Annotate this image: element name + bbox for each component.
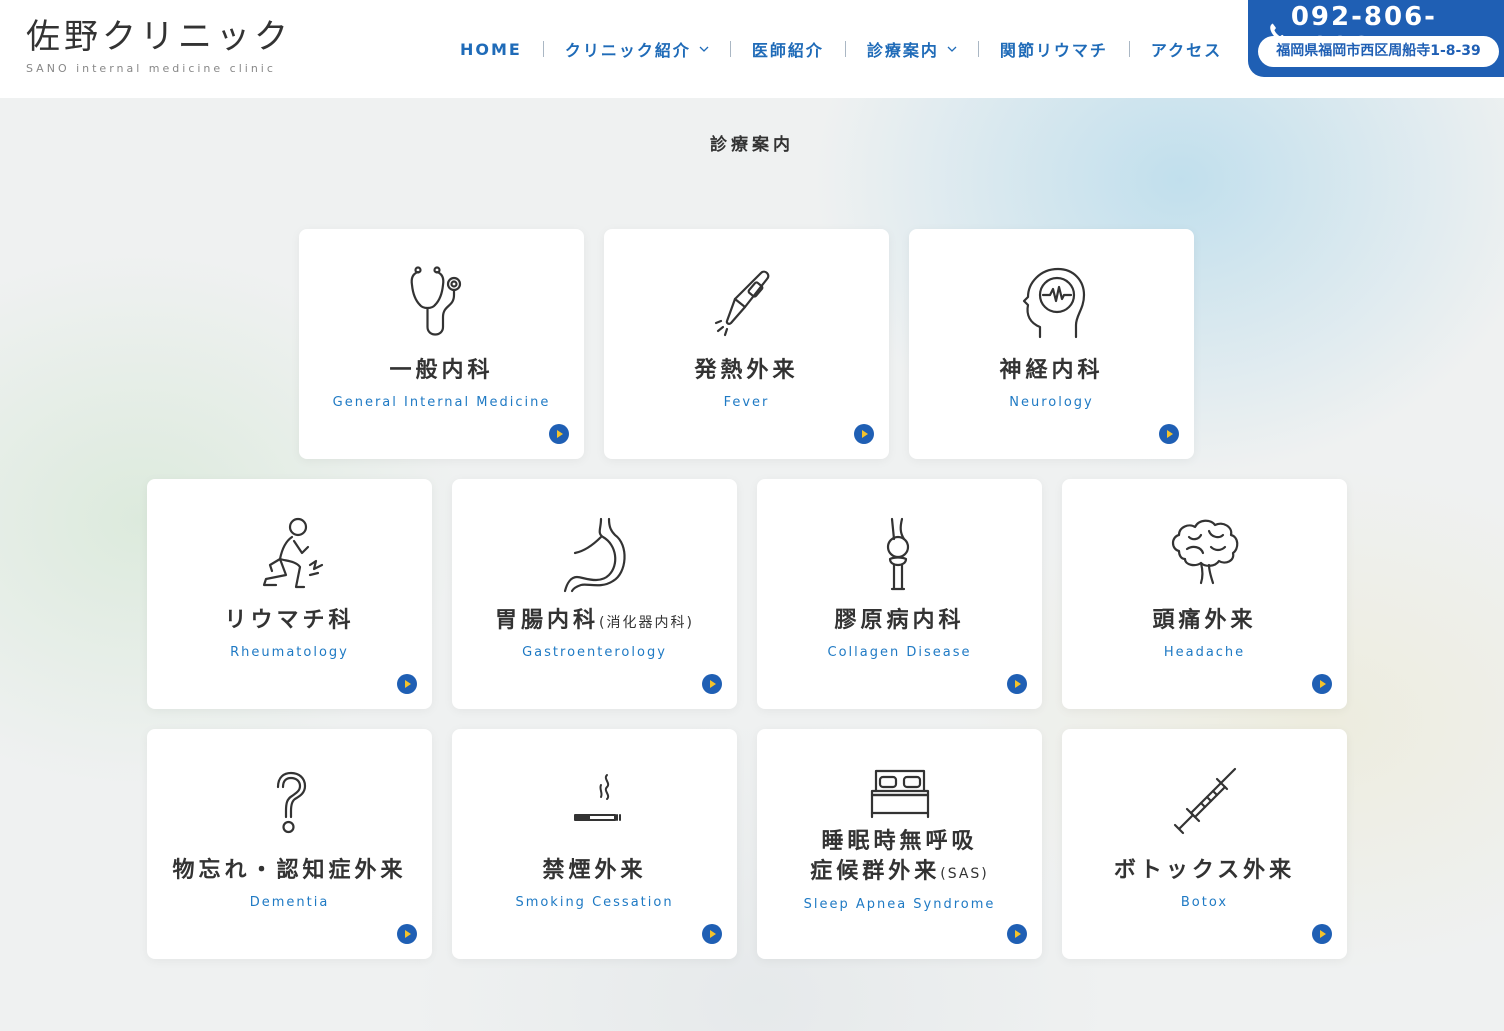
- global-nav: HOME クリニック紹介 医師紹介 診療案内 関節リウマチ アクセス: [460, 37, 1222, 61]
- play-arrow-icon: [1312, 924, 1332, 944]
- play-arrow-icon: [1007, 674, 1027, 694]
- joint-pain-icon: [147, 515, 432, 595]
- card-english-title: Headache: [1163, 645, 1246, 660]
- card-english-title: Smoking Cessation: [515, 895, 674, 910]
- card-title: 禁煙外来: [542, 858, 647, 883]
- address-pill[interactable]: 福岡県福岡市西区周船寺1-8-39: [1258, 36, 1499, 67]
- nav-rheumatism[interactable]: 関節リウマチ: [1000, 37, 1108, 61]
- nav-doctor[interactable]: 医師紹介: [752, 37, 824, 61]
- card-title-sub: (SAS): [940, 866, 989, 882]
- card-title: 膠原病内科: [834, 608, 965, 633]
- card-english-title: Botox: [1180, 895, 1229, 910]
- chevron-down-icon: [947, 44, 957, 54]
- card-title: 頭痛外来: [1152, 608, 1257, 633]
- card-collagen-disease[interactable]: 膠原病内科 Collagen Disease: [757, 479, 1042, 709]
- play-arrow-icon: [702, 674, 722, 694]
- nav-divider: [729, 41, 731, 57]
- nav-clinic-label: クリニック紹介: [564, 41, 691, 60]
- brain-wave-icon: [909, 265, 1194, 345]
- card-english-title: Sleep Apnea Syndrome: [803, 897, 996, 912]
- card-general-internal-medicine[interactable]: 一般内科 General Internal Medicine: [299, 229, 584, 459]
- play-arrow-icon: [702, 924, 722, 944]
- card-title: 物忘れ・認知症外来: [172, 858, 407, 883]
- play-arrow-icon: [397, 924, 417, 944]
- play-arrow-icon: [854, 424, 874, 444]
- card-botox[interactable]: ボトックス外来 Botox: [1062, 729, 1347, 959]
- card-english-title: Collagen Disease: [827, 645, 972, 660]
- nav-access[interactable]: アクセス: [1151, 37, 1222, 61]
- nav-divider: [844, 41, 846, 57]
- stomach-icon: [452, 515, 737, 595]
- card-english-title: General Internal Medicine: [332, 395, 551, 410]
- card-title-line2-main: 症候群外来: [810, 859, 941, 884]
- nav-home[interactable]: HOME: [460, 40, 522, 59]
- card-title-main: 胃腸内科: [495, 608, 600, 633]
- nav-rheumatism-label: 関節リウマチ: [999, 41, 1108, 60]
- play-arrow-icon: [1159, 424, 1179, 444]
- card-neurology[interactable]: 神経内科 Neurology: [909, 229, 1194, 459]
- logo-sub-text: SANO internal medicine clinic: [26, 62, 276, 75]
- play-arrow-icon: [549, 424, 569, 444]
- thermometer-icon: [604, 265, 889, 345]
- nav-access-label: アクセス: [1150, 41, 1223, 60]
- stethoscope-icon: [299, 265, 584, 345]
- nav-clinic[interactable]: クリニック紹介: [565, 37, 709, 61]
- card-fever[interactable]: 発熱外来 Fever: [604, 229, 889, 459]
- play-arrow-icon: [1007, 924, 1027, 944]
- card-title: 睡眠時無呼吸 症候群外来(SAS): [757, 827, 1042, 889]
- card-title-line2: 症候群外来(SAS): [757, 857, 1042, 889]
- card-gastroenterology[interactable]: 胃腸内科(消化器内科) Gastroenterology: [452, 479, 737, 709]
- play-arrow-icon: [397, 674, 417, 694]
- card-english-title: Rheumatology: [230, 645, 349, 660]
- site-header: 佐野クリニック SANO internal medicine clinic HO…: [0, 0, 1504, 98]
- knee-joint-icon: [757, 515, 1042, 595]
- nav-divider: [1128, 41, 1130, 57]
- card-headache[interactable]: 頭痛外来 Headache: [1062, 479, 1347, 709]
- nav-services-label: 診療案内: [866, 41, 939, 60]
- cigarette-icon: [452, 765, 737, 845]
- card-english-title: Dementia: [249, 895, 330, 910]
- logo-main-text: 佐野クリニック: [26, 17, 292, 57]
- page-title: 診療案内: [710, 135, 794, 155]
- page: 佐野クリニック SANO internal medicine clinic HO…: [0, 0, 1504, 1031]
- card-smoking-cessation[interactable]: 禁煙外来 Smoking Cessation: [452, 729, 737, 959]
- card-title: 一般内科: [389, 358, 494, 383]
- card-title: ボトックス外来: [1113, 858, 1296, 883]
- card-dementia[interactable]: 物忘れ・認知症外来 Dementia: [147, 729, 432, 959]
- card-sleep-apnea[interactable]: 睡眠時無呼吸 症候群外来(SAS) Sleep Apnea Syndrome: [757, 729, 1042, 959]
- syringe-icon: [1062, 765, 1347, 845]
- card-title: 神経内科: [999, 358, 1104, 383]
- bed-icon: [757, 765, 1042, 821]
- card-title-sub: (消化器内科): [599, 615, 694, 631]
- card-english-title: Neurology: [1009, 395, 1094, 410]
- question-icon: [147, 765, 432, 845]
- card-title: 胃腸内科(消化器内科): [452, 605, 737, 639]
- nav-divider: [542, 41, 544, 57]
- nav-home-label: HOME: [460, 39, 522, 59]
- play-arrow-icon: [1312, 674, 1332, 694]
- logo[interactable]: 佐野クリニック SANO internal medicine clinic: [26, 14, 292, 75]
- nav-services[interactable]: 診療案内: [867, 37, 957, 61]
- card-english-title: Fever: [723, 395, 770, 410]
- card-english-title: Gastroenterology: [522, 645, 667, 660]
- card-title: リウマチ科: [224, 608, 355, 633]
- card-title: 発熱外来: [694, 358, 799, 383]
- brain-icon: [1062, 515, 1347, 595]
- card-rheumatology[interactable]: リウマチ科 Rheumatology: [147, 479, 432, 709]
- chevron-down-icon: [699, 44, 709, 54]
- nav-doctor-label: 医師紹介: [751, 41, 824, 60]
- contact-box: 092-806-1006 福岡県福岡市西区周船寺1-8-39: [1248, 0, 1504, 77]
- nav-divider: [977, 41, 979, 57]
- card-title-line1: 睡眠時無呼吸: [821, 829, 978, 854]
